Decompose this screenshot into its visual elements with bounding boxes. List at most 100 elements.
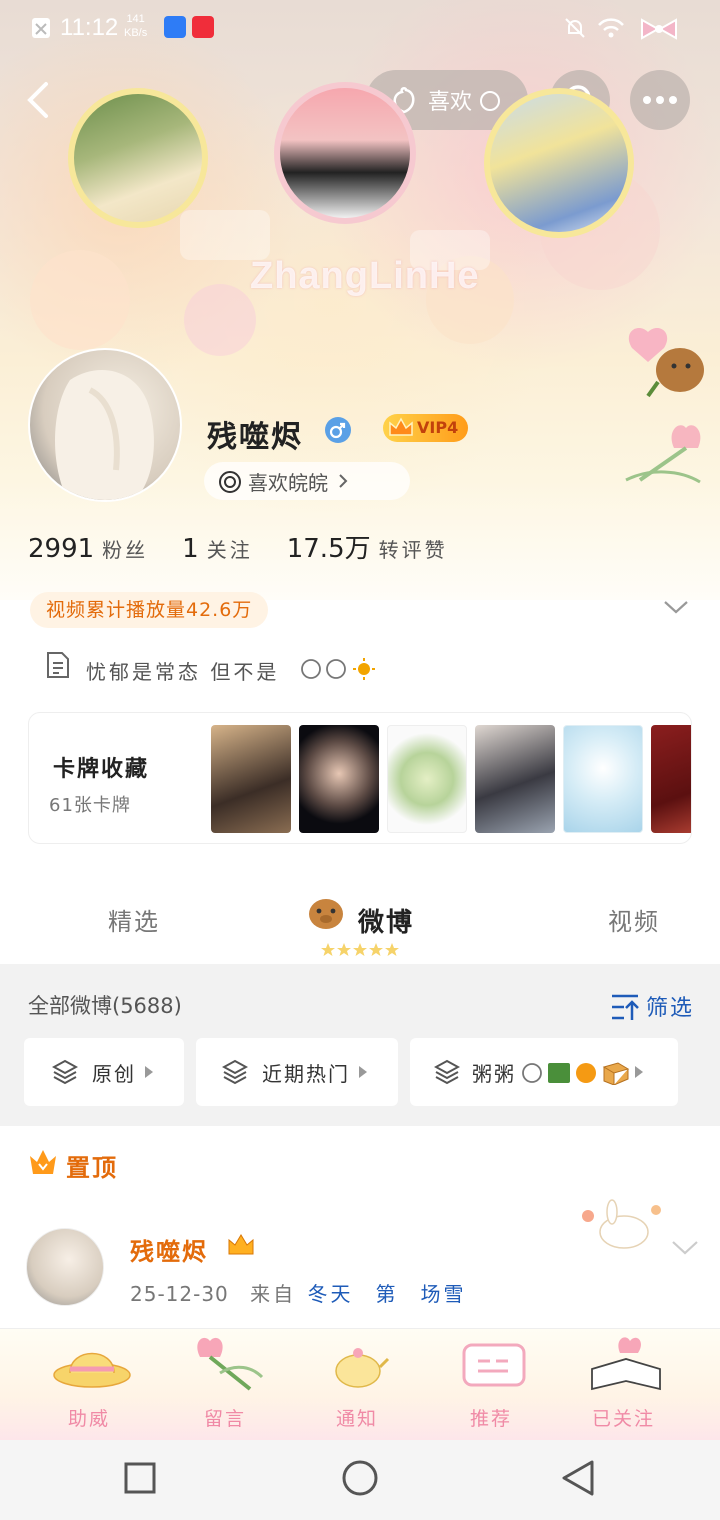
card-collection-title: 卡牌收藏 [53, 757, 150, 782]
like-label: 喜欢 [428, 90, 473, 115]
tab-video[interactable]: 视频 [608, 902, 660, 937]
card-thumb-6[interactable] [651, 725, 691, 833]
chip-emoji-icons [522, 1062, 630, 1085]
chip-original[interactable]: 原创 [24, 1038, 184, 1106]
layers-icon [222, 1059, 248, 1085]
layers-icon [434, 1059, 460, 1085]
profile-avatar[interactable] [28, 348, 182, 502]
pin-label: 置顶 [66, 1154, 118, 1182]
teapot-icon [335, 1348, 390, 1388]
pinned-source[interactable]: 冬天 [308, 1282, 354, 1306]
wifi-icon [598, 18, 624, 38]
post-options-chevron-icon[interactable] [670, 1238, 700, 1258]
card-thumb-2[interactable] [299, 725, 379, 833]
triangle-right-icon [145, 1066, 153, 1078]
pinned-avatar[interactable] [26, 1228, 104, 1306]
following-label: 关注 [206, 538, 253, 562]
profile-stats: 2991 粉丝 1 关注 17.5万 转评赞 [28, 528, 482, 565]
tab-featured[interactable]: 精选 [108, 902, 160, 937]
chip-custom-label: 粥粥 [472, 1061, 516, 1086]
chip-original-label: 原创 [92, 1061, 136, 1086]
fans-count[interactable]: 2991 [28, 534, 94, 564]
network-speed: 141 KB/s [124, 13, 148, 39]
pinned-post[interactable]: 置顶 残噬烬 25-12-30 来自 冬天第场雪 [0, 1126, 720, 1330]
interactions-count[interactable]: 17.5万 [287, 528, 371, 565]
pinned-source-prefix: 来自 [250, 1282, 297, 1306]
interactions-label: 转评赞 [378, 538, 448, 562]
nav-back-icon[interactable] [560, 1458, 596, 1498]
card-thumb-4[interactable] [475, 725, 555, 833]
chip-recent-hot-label: 近期热门 [262, 1061, 350, 1086]
triangle-right-icon [635, 1066, 643, 1078]
pinned-source-end[interactable]: 场雪 [421, 1282, 467, 1306]
triangle-right-icon [359, 1066, 367, 1078]
crown-icon [389, 417, 413, 436]
message-action[interactable]: 留言 [204, 1404, 246, 1431]
more-button[interactable] [630, 70, 690, 130]
more-icon [643, 96, 677, 104]
chip-custom[interactable]: 粥粥 [410, 1038, 678, 1106]
banner-watermark: ZhangLinHe [250, 255, 480, 297]
card-thumb-3[interactable] [387, 725, 467, 833]
tulip-bouquet-icon [197, 1337, 264, 1391]
fans-label: 粉丝 [102, 538, 149, 562]
tulip-sticker-icon [625, 425, 701, 484]
pinned-meta: 25-12-30 来自 冬天第场雪 [130, 1278, 467, 1307]
book-tulip-icon [591, 1337, 661, 1391]
system-nav-bar [0, 1440, 720, 1520]
status-time: 11:12 [60, 14, 119, 41]
back-icon[interactable] [24, 80, 54, 120]
vip-badge[interactable]: VIP4 [383, 414, 469, 442]
spiral-icon [219, 471, 241, 493]
notice-action[interactable]: 通知 [336, 1404, 378, 1431]
tab-stars-indicator [321, 943, 399, 956]
pinned-source-mid[interactable]: 第 [376, 1282, 397, 1306]
chevron-right-icon [339, 474, 348, 488]
bio-emoji-icons [301, 658, 375, 680]
card-collection[interactable]: 卡牌收藏 61张卡牌 [28, 712, 692, 844]
tab-weibo[interactable]: 微博 [358, 902, 414, 939]
recommend-action[interactable]: 推荐 [470, 1404, 512, 1431]
banner-photo-2 [274, 82, 416, 224]
pinned-author[interactable]: 残噬烬 [130, 1232, 208, 1267]
vip-label: VIP4 [417, 418, 459, 437]
chip-recent-hot[interactable]: 近期热门 [196, 1038, 398, 1106]
straw-hat-icon [53, 1352, 131, 1388]
followed-action[interactable]: 已关注 [592, 1404, 655, 1431]
status-bar: 11:12 141 KB/s [0, 0, 720, 60]
filter-icon [612, 994, 639, 1020]
card-collection-count: 61张卡牌 [49, 795, 131, 816]
like-tag-button[interactable]: 喜欢皖皖 [204, 462, 410, 500]
cheer-action[interactable]: 助威 [68, 1404, 110, 1431]
profile-tabs: 精选 微博 视频 [0, 880, 720, 964]
layers-icon [52, 1059, 78, 1085]
capybara-sticker-icon [628, 327, 704, 398]
profile-name: 残噬烬 [207, 420, 303, 455]
vip-crown-small-icon [228, 1234, 254, 1255]
rabbit-sticker-icon [582, 1199, 661, 1249]
cat-emoji-icon [480, 91, 501, 111]
card-thumb-1[interactable] [211, 725, 291, 833]
avatar-image [55, 370, 154, 500]
battery-bow-icon [641, 18, 677, 40]
following-count[interactable]: 1 [182, 534, 199, 564]
card-thumb-5[interactable] [563, 725, 643, 833]
all-weibo-count: 全部微博(5688) [28, 994, 182, 1018]
filter-button[interactable]: 筛选 [646, 990, 694, 1022]
home-icon[interactable] [340, 1458, 380, 1498]
sim-off-icon [32, 18, 50, 38]
chevron-down-icon[interactable] [662, 598, 690, 616]
profile-bio: 忧郁是常态 但不是 [86, 656, 279, 685]
baidu-app-icon [164, 16, 186, 38]
banner-photo-3 [484, 88, 634, 238]
video-views-badge: 视频累计播放量42.6万 [30, 592, 269, 628]
male-gender-icon [325, 417, 351, 443]
capybara-tab-icon [309, 899, 343, 929]
recent-apps-icon[interactable] [124, 1462, 156, 1494]
message-card-icon [462, 1343, 526, 1387]
bell-muted-icon [565, 18, 585, 38]
banner-photo-1 [68, 88, 208, 228]
like-tag-label: 喜欢皖皖 [248, 470, 328, 495]
notification-app-icon [192, 16, 214, 38]
pinned-date: 25-12-30 [130, 1282, 229, 1306]
